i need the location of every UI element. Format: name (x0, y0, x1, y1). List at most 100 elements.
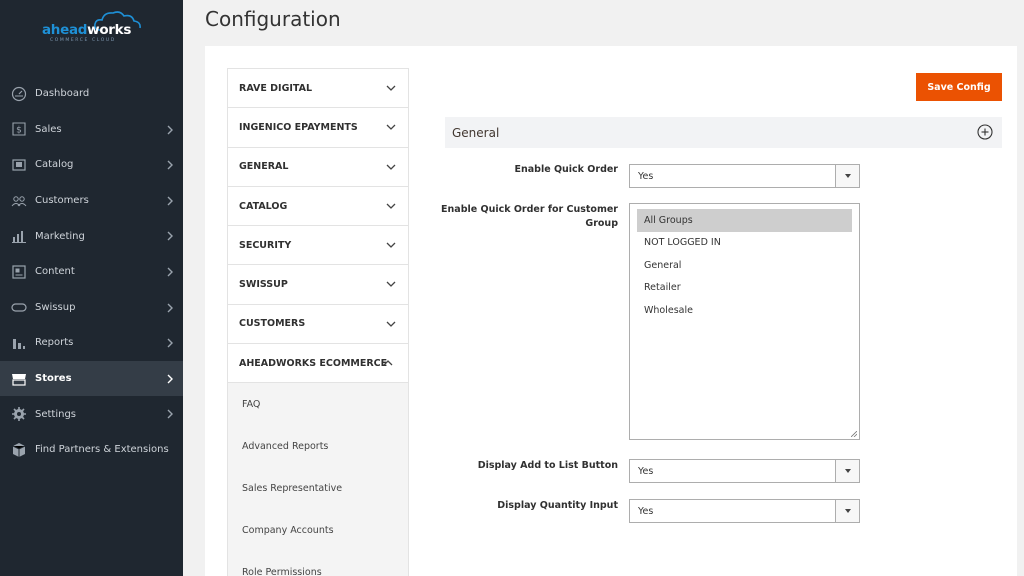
chevron-down-icon (386, 85, 396, 91)
gear-icon (10, 406, 27, 423)
customer-group-option[interactable]: Retailer (637, 277, 852, 300)
tab-customers[interactable]: CUSTOMERS (228, 305, 408, 345)
resize-handle-icon[interactable] (851, 431, 857, 437)
chevron-down-icon (386, 124, 396, 131)
subtab-advanced-reports[interactable]: Advanced Reports (228, 425, 408, 467)
customer-group-option[interactable]: NOT LOGGED IN (637, 232, 852, 255)
sidebar-item-swissup[interactable]: Swissup (0, 290, 183, 326)
chevron-right-icon (167, 338, 173, 348)
chevron-right-icon (167, 267, 173, 277)
section-general-header[interactable]: General (445, 117, 1002, 148)
customer-group-label: Enable Quick Order for Customer Group (441, 204, 618, 229)
chevron-down-icon (386, 282, 396, 288)
tab-label: GENERAL (239, 161, 289, 173)
logo[interactable]: aheadworks COMMERCE CLOUD (42, 10, 142, 50)
tab-catalog[interactable]: CATALOG (228, 187, 408, 227)
enable-quick-order-value: Yes (638, 170, 654, 182)
customer-group-option[interactable]: General (637, 254, 852, 277)
dashboard-icon (10, 85, 27, 102)
tab-swissup[interactable]: SWISSUP (228, 265, 408, 305)
dropdown-arrow-icon[interactable] (835, 460, 859, 482)
chevron-right-icon (167, 125, 173, 135)
sidebar-item-label: Customers (35, 195, 89, 207)
chevron-down-icon (386, 242, 396, 249)
tab-label: RAVE DIGITAL (239, 82, 313, 94)
chevron-right-icon (167, 303, 173, 313)
customers-icon (10, 192, 27, 209)
sidebar-item-label: Reports (35, 337, 74, 349)
dropdown-arrow-icon[interactable] (835, 500, 859, 522)
tab-label: SECURITY (239, 239, 292, 251)
sidebar-item-label: Marketing (35, 230, 85, 242)
subtab-sales-representative[interactable]: Sales Representative (228, 467, 408, 509)
tab-security[interactable]: SECURITY (228, 226, 408, 266)
tab-ingenico-epayments[interactable]: INGENICO EPAYMENTS (228, 108, 408, 148)
swissup-icon (10, 299, 27, 316)
tab-label: SWISSUP (239, 279, 288, 291)
sidebar-item-find-partners-extensions[interactable]: Find Partners & Extensions (0, 432, 183, 468)
config-tabs: RAVE DIGITAL INGENICO EPAYMENTS GENERAL CAT… (227, 68, 409, 576)
chevron-right-icon (167, 160, 173, 170)
extensions-icon (10, 441, 27, 458)
sidebar-item-label: Catalog (35, 159, 74, 171)
catalog-icon (10, 156, 27, 173)
subtab-faq[interactable]: FAQ (228, 383, 408, 425)
sidebar-item-stores[interactable]: Stores (0, 360, 183, 397)
page-title: Configuration (205, 7, 341, 31)
chevron-down-icon (386, 164, 396, 170)
sidebar-item-label: Settings (35, 408, 77, 420)
chevron-right-icon (167, 409, 173, 419)
aheadworks-subtabs: FAQ Advanced Reports Sales Representative C… (228, 383, 408, 576)
sidebar-item-sales[interactable]: $ Sales (0, 112, 183, 148)
sidebar-item-label: Stores (35, 373, 72, 385)
chevron-right-icon (167, 374, 173, 384)
sidebar-item-customers[interactable]: Customers (0, 183, 183, 219)
sidebar-item-dashboard[interactable]: Dashboard (0, 76, 183, 112)
sidebar-item-catalog[interactable]: Catalog (0, 147, 183, 183)
dropdown-arrow-icon[interactable] (835, 165, 859, 187)
tab-rave-digital[interactable]: RAVE DIGITAL (228, 69, 408, 109)
sidebar-item-label: Find Partners & Extensions (35, 444, 169, 456)
subtab-role-permissions[interactable]: Role Permissions (228, 551, 408, 576)
brand-name-ahead: ahead (42, 22, 88, 38)
sidebar-item-settings[interactable]: Settings (0, 396, 183, 432)
customer-group-multiselect[interactable]: All Groups NOT LOGGED IN General Retailer Wh… (629, 203, 860, 440)
brand-name-works: works (87, 22, 132, 38)
display-add-to-list-select[interactable]: Yes (629, 459, 860, 483)
subtab-company-accounts[interactable]: Company Accounts (228, 509, 408, 551)
marketing-icon (10, 228, 27, 245)
tab-general[interactable]: GENERAL (228, 148, 408, 187)
chevron-down-icon (386, 321, 396, 327)
chevron-up-icon (383, 360, 393, 366)
plus-circle-icon[interactable] (977, 124, 993, 140)
tab-label: AHEADWORKS ECOMMERCE (239, 357, 388, 369)
section-title: General (452, 125, 500, 140)
save-config-button[interactable]: Save Config (916, 73, 1002, 101)
display-quantity-label: Display Quantity Input (497, 500, 618, 511)
dollar-icon: $ (10, 121, 27, 138)
tab-aheadworks-ecommerce[interactable]: AHEADWORKS ECOMMERCE (228, 344, 408, 384)
brand-tagline: COMMERCE CLOUD (50, 38, 116, 43)
chevron-right-icon (167, 196, 173, 206)
display-add-to-list-value: Yes (638, 465, 654, 477)
enable-quick-order-select[interactable]: Yes (629, 164, 860, 188)
enable-quick-order-label: Enable Quick Order (514, 164, 618, 175)
customer-group-option[interactable]: All Groups (637, 209, 852, 232)
chevron-down-icon (386, 203, 396, 209)
tab-label: INGENICO EPAYMENTS (239, 121, 358, 133)
sidebar-item-label: Sales (35, 123, 62, 135)
chevron-right-icon (167, 231, 173, 241)
config-content: RAVE DIGITAL INGENICO EPAYMENTS GENERAL CAT… (205, 46, 1017, 576)
sidebar-item-label: Swissup (35, 301, 76, 313)
sidebar-item-content[interactable]: Content (0, 254, 183, 290)
sidebar-item-marketing[interactable]: Marketing (0, 218, 183, 254)
customer-group-option[interactable]: Wholesale (637, 299, 852, 322)
main-nav: Dashboard $ Sales Catalog Customers Marketing… (0, 76, 183, 468)
sidebar-item-reports[interactable]: Reports (0, 325, 183, 361)
content-icon (10, 263, 27, 280)
display-quantity-select[interactable]: Yes (629, 499, 860, 523)
display-quantity-value: Yes (638, 505, 654, 517)
reports-icon (10, 334, 27, 351)
sidebar-item-label: Content (35, 266, 75, 278)
stores-icon (10, 370, 27, 387)
